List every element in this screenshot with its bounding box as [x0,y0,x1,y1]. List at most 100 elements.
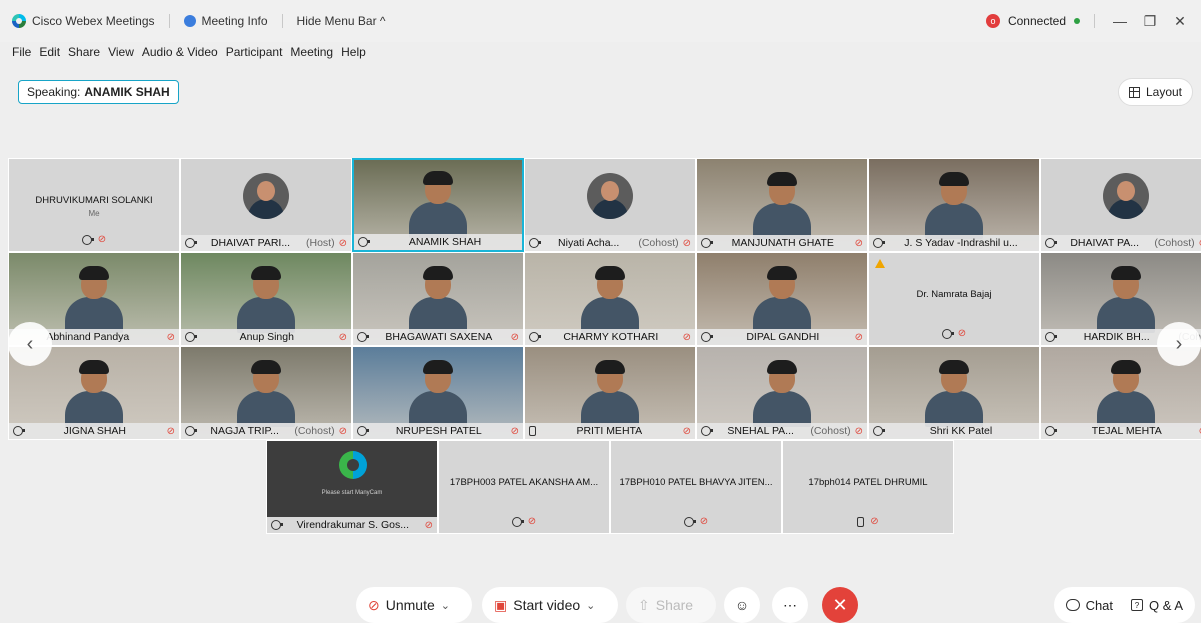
previous-page-button[interactable]: ‹ [8,322,52,366]
participant-name: SNEHAL PA... [727,425,794,437]
participant-tile[interactable]: Anup Singh ⊘ [180,252,352,346]
participant-figure [65,266,123,333]
participant-tile[interactable]: NAGJA TRIP... (Cohost) ⊘ [180,346,352,440]
participant-tile[interactable]: 17BPH003 PATEL AKANSHA AM... ⊘ [438,440,610,534]
participant-tile[interactable]: NRUPESH PATEL ⊘ [352,346,524,440]
participant-tile[interactable]: 17BPH010 PATEL BHAVYA JITEN... ⊘ [610,440,782,534]
audio-connected-icon [13,426,25,436]
participant-figure [409,266,467,333]
participant-tile[interactable]: BHAGAWATI SAXENA ⊘ [352,252,524,346]
audio-connected-icon [941,328,954,339]
menu-share[interactable]: Share [68,45,100,59]
participant-name-bar: Niyati Acha... (Cohost) ⊘ [525,235,695,251]
menu-help[interactable]: Help [341,45,366,59]
app-name: Cisco Webex Meetings [32,14,155,28]
participant-name-bar: JIGNA SHAH ⊘ [9,423,179,439]
start-video-button[interactable]: ▣ Start video ⌄ [482,587,618,623]
audio-connected-icon [81,234,94,245]
participant-tile[interactable]: Dr. Namrata Bajaj ⊘ [868,252,1040,346]
participant-tile[interactable]: Niyati Acha... (Cohost) ⊘ [524,158,696,252]
participant-tile[interactable]: 17bph014 PATEL DHRUMIL ⊘ [782,440,954,534]
participant-name-bar: SNEHAL PA... (Cohost) ⊘ [697,423,867,439]
participant-name: NRUPESH PATEL [395,425,482,437]
chevron-down-icon[interactable]: ⌄ [586,599,595,612]
muted-mic-icon: ⊘ [424,519,433,531]
participant-tile[interactable]: MANJUNATH GHATE ⊘ [696,158,868,252]
participant-name: DHRUVIKUMARI SOLANKI [35,195,153,206]
participant-name: J. S Yadav -Indrashil u... [904,237,1018,249]
participant-avatar [587,173,633,219]
menu-meeting[interactable]: Meeting [290,45,333,59]
chevron-down-icon[interactable]: ⌄ [441,599,450,612]
muted-mic-icon: ⊘ [166,331,175,343]
participant-avatar [1103,173,1149,219]
layout-button[interactable]: Layout [1117,78,1193,106]
participant-tile[interactable]: PRITI MEHTA ⊘ [524,346,696,440]
meeting-info-label: Meeting Info [201,14,268,28]
participant-tile[interactable]: DHAIVAT PA...(Cohost)⊘ [1040,158,1201,252]
chat-icon [1065,599,1080,611]
video-off-icon: ▣ [494,596,508,613]
participant-name-bar: Anup Singh ⊘ [181,329,351,345]
menu-file[interactable]: File [12,45,31,59]
chat-button[interactable]: Chat [1065,597,1114,613]
participant-name-bar: Virendrakumar S. Gos... ⊘ [267,517,437,533]
menu-audio-video[interactable]: Audio & Video [142,45,218,59]
question-icon: ? [1131,599,1144,611]
meeting-info-button[interactable]: Meeting Info [183,14,268,28]
hide-menu-bar-button[interactable]: Hide Menu Bar ^ [297,14,386,28]
audio-connected-icon [1045,238,1057,248]
connection-status[interactable]: Connected [1008,14,1066,28]
participant-tile[interactable]: DHRUVIKUMARI SOLANKI Me ⊘ [8,158,180,252]
menu-view[interactable]: View [108,45,134,59]
participant-figure [925,360,983,427]
app-title: Cisco Webex Meetings [12,14,155,28]
muted-mic-icon: ⊘ [527,516,537,527]
restore-button[interactable]: ❐ [1139,13,1161,30]
muted-mic-icon: ⊘ [368,596,380,613]
reactions-button[interactable]: ☺ [724,587,760,623]
recording-icon[interactable]: o [985,14,1000,28]
unmute-button[interactable]: ⊘ Unmute ⌄ [356,587,472,623]
participant-role-tag: (Host) [306,237,335,249]
share-button[interactable]: ⇧ Share [626,587,716,623]
info-icon [183,15,196,27]
qa-label: Q & A [1149,597,1183,613]
leave-meeting-button[interactable]: ✕ [822,587,858,623]
qa-button[interactable]: ? Q & A [1131,598,1183,613]
more-options-button[interactable]: ⋯ [772,587,808,623]
audio-connected-icon [529,238,541,248]
chevron-right-icon: › [1175,332,1183,355]
participant-figure [409,171,467,238]
participant-status-icons: ⊘ [9,234,179,245]
participant-tile[interactable]: DIPAL GANDHI ⊘ [696,252,868,346]
menu-edit[interactable]: Edit [39,45,60,59]
audio-connected-icon [357,332,369,342]
close-icon: ✕ [832,594,848,615]
participant-tile[interactable]: DHAIVAT PARI... (Host) ⊘ [180,158,352,252]
participant-tile[interactable]: ANAMIK SHAH [352,158,524,252]
participant-tile[interactable]: J. S Yadav -Indrashil u... [868,158,1040,252]
participant-figure [753,172,811,239]
next-page-button[interactable]: › [1157,322,1201,366]
video-grid-last-row: Please start ManyCam Virendrakumar S. Gos… [266,440,954,534]
minimize-button[interactable]: — [1109,13,1131,29]
participant-name: Dr. Namrata Bajaj [916,289,992,300]
participant-name: JIGNA SHAH [63,425,127,437]
audio-connected-icon [873,426,885,436]
participant-tile[interactable]: CHARMY KOTHARI ⊘ [524,252,696,346]
participant-role-tag: (Cohost) [294,425,335,437]
audio-connected-icon [185,426,197,436]
participant-name-bar: CHARMY KOTHARI ⊘ [525,329,695,345]
participant-self-label: Me [88,209,100,218]
participant-name-bar: BHAGAWATI SAXENA ⊘ [353,329,523,345]
participant-name: 17bph014 PATEL DHRUMIL [808,477,928,488]
participant-tile[interactable]: Please start ManyCam Virendrakumar S. Gos… [266,440,438,534]
share-icon: ⇧ [638,596,650,613]
participant-tile[interactable]: SNEHAL PA... (Cohost) ⊘ [696,346,868,440]
close-window-button[interactable]: ✕ [1169,13,1191,30]
menu-participant[interactable]: Participant [226,45,283,59]
participant-tile[interactable]: Shri KK Patel [868,346,1040,440]
more-icon: ⋯ [783,596,797,613]
chat-label: Chat [1085,597,1114,613]
